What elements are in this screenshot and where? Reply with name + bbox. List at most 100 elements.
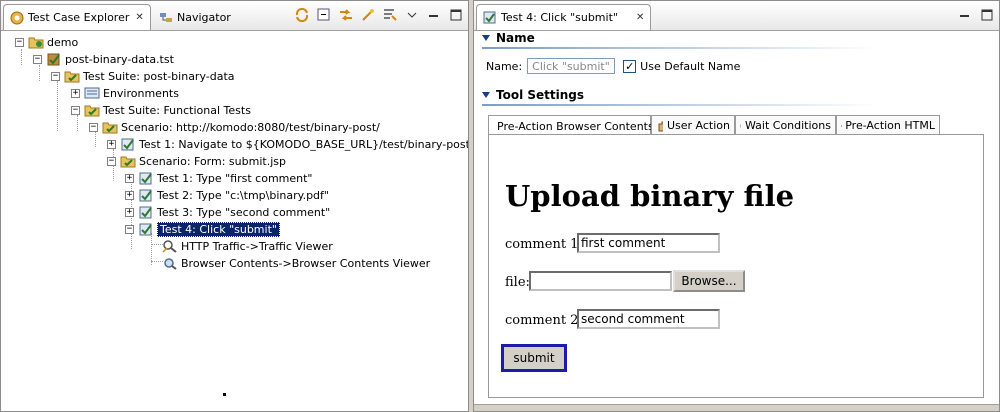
- tree-node-demo[interactable]: − demo: [15, 34, 78, 50]
- tree-node-traffic-viewer[interactable]: HTTP Traffic->Traffic Viewer: [162, 238, 333, 254]
- tree-node-test1-navigate[interactable]: + Test 1: Navigate to ${KOMODO_BASE_URL}…: [107, 136, 468, 152]
- collapse-toggle[interactable]: −: [107, 156, 116, 166]
- tree-node-label: Test Suite: Functional Tests: [103, 103, 251, 117]
- tree-node-test4-click[interactable]: − Test 4: Click "submit": [125, 221, 280, 237]
- minimize-icon[interactable]: [426, 7, 442, 23]
- tree-node-label: demo: [47, 35, 79, 49]
- left-tab-bar: Test Case Explorer ✕ Navigator: [1, 1, 468, 31]
- tab-wait-conditions[interactable]: Wait Conditions: [735, 115, 836, 135]
- sync-icon[interactable]: [294, 7, 310, 23]
- tree-node-test3-type[interactable]: + Test 3: Type "second comment": [125, 204, 330, 220]
- collapse-triangle-icon: [482, 35, 490, 41]
- file-label: file:: [505, 275, 530, 290]
- explorer-icon: [10, 11, 24, 25]
- expand-toggle[interactable]: +: [107, 139, 116, 149]
- tree-node-label: post-binary-data.tst: [65, 52, 174, 66]
- test-suite-icon: [64, 69, 80, 83]
- right-tab-bar: Test 4: Click "submit" ✕: [474, 1, 999, 31]
- clock-icon: [740, 123, 741, 128]
- name-row: Name: Click "submit" ✓ Use Default Name: [486, 57, 740, 75]
- left-toolbar: [294, 7, 464, 23]
- comment2-label: comment 2:: [505, 313, 583, 328]
- tree-node-label-selected: Test 4: Click "submit": [157, 221, 280, 237]
- collapse-toggle[interactable]: −: [125, 224, 134, 234]
- collapse-toggle[interactable]: −: [51, 71, 60, 81]
- browser-contents-view: Upload binary file comment 1: first comm…: [488, 134, 984, 398]
- minimize-icon[interactable]: [957, 7, 973, 23]
- tab-label: Test Case Explorer: [28, 11, 130, 24]
- test-icon: [483, 11, 497, 25]
- section-divider: [482, 104, 879, 106]
- tree-node-suite-functional[interactable]: − Test Suite: Functional Tests: [71, 102, 251, 118]
- section-divider: [482, 47, 879, 49]
- tab-pre-action-browser-contents[interactable]: Pre-Action Browser Contents: [488, 115, 654, 136]
- name-field[interactable]: Click "submit": [527, 58, 616, 74]
- tree-node-label: HTTP Traffic->Traffic Viewer: [181, 239, 333, 253]
- collapse-toggle[interactable]: −: [33, 54, 42, 64]
- use-default-name-checkbox[interactable]: ✓: [623, 59, 637, 73]
- scenario-icon: [120, 154, 136, 168]
- test-file-icon: [46, 52, 62, 66]
- comment1-label: comment 1:: [505, 237, 583, 252]
- tree-node-scenario-komodo[interactable]: − Scenario: http://komodo:8080/test/bina…: [89, 119, 380, 135]
- maximize-icon[interactable]: [979, 7, 995, 23]
- collapse-toggle[interactable]: −: [89, 122, 98, 132]
- maximize-icon[interactable]: [448, 7, 464, 23]
- name-label: Name:: [486, 59, 523, 73]
- collapse-toggle[interactable]: −: [71, 105, 80, 115]
- comment1-input[interactable]: first comment: [577, 233, 720, 253]
- traffic-viewer-icon: [162, 239, 178, 253]
- browse-button[interactable]: Browse...: [673, 270, 745, 292]
- tab-label: Navigator: [177, 10, 231, 24]
- test-icon: [138, 188, 154, 202]
- use-default-name-label: Use Default Name: [640, 59, 741, 73]
- tree-node-label: Test 1: Type "first comment": [157, 171, 313, 185]
- close-icon[interactable]: ✕: [135, 12, 143, 23]
- expand-toggle[interactable]: +: [71, 88, 80, 98]
- file-input[interactable]: [529, 271, 672, 291]
- tab-user-action[interactable]: User Action: [651, 115, 735, 135]
- tree-node-environments[interactable]: + Environments: [71, 85, 179, 101]
- tree-node-test2-type[interactable]: + Test 2: Type "c:\tmp\binary.pdf": [125, 187, 329, 203]
- scenario-icon: [102, 120, 118, 134]
- cursor-dot: [223, 393, 226, 396]
- collapse-toggle[interactable]: −: [15, 37, 24, 47]
- tree-node-scenario-form[interactable]: − Scenario: Form: submit.jsp: [107, 153, 286, 169]
- expand-toggle[interactable]: +: [125, 190, 134, 200]
- collapse-all-icon[interactable]: [316, 7, 332, 23]
- tree-node-label: Browser Contents->Browser Contents Viewe…: [181, 256, 431, 270]
- page-heading: Upload binary file: [505, 179, 795, 213]
- tree-node-test-file[interactable]: − post-binary-data.tst: [33, 51, 174, 67]
- tree-node-test1-type[interactable]: + Test 1: Type "first comment": [125, 170, 313, 186]
- tree-node-suite-post[interactable]: − Test Suite: post-binary-data: [51, 68, 235, 84]
- tree-node-label: Test Suite: post-binary-data: [83, 69, 235, 83]
- right-toolbar: [957, 7, 995, 23]
- tree-node-browser-viewer[interactable]: Browser Contents->Browser Contents Viewe…: [162, 255, 430, 271]
- test-icon: [120, 137, 136, 151]
- user-action-icon: [658, 121, 663, 131]
- test-icon: [138, 222, 154, 236]
- tab-label: Test 4: Click "submit": [501, 11, 618, 24]
- navigator-icon: [159, 10, 173, 24]
- expand-toggle[interactable]: +: [125, 173, 134, 183]
- expand-toggle[interactable]: +: [125, 207, 134, 217]
- tab-test4[interactable]: Test 4: Click "submit" ✕: [476, 4, 652, 30]
- test-case-tree: − demo − post-binary-data.tst − Test Sui…: [1, 31, 468, 411]
- collapse-triangle-icon: [482, 92, 490, 98]
- test-icon: [138, 205, 154, 219]
- tab-navigator[interactable]: Navigator: [153, 4, 237, 30]
- comment2-input[interactable]: second comment: [577, 309, 720, 329]
- filter-icon[interactable]: [382, 7, 398, 23]
- tab-pre-action-html[interactable]: Pre-Action HTML: [836, 115, 940, 135]
- link-editor-icon[interactable]: [338, 7, 354, 23]
- view-menu-icon[interactable]: [404, 7, 420, 23]
- submit-button[interactable]: submit: [501, 344, 567, 372]
- close-icon[interactable]: ✕: [636, 12, 644, 23]
- tree-node-label: Scenario: Form: submit.jsp: [139, 154, 286, 168]
- tool-settings-section-header[interactable]: Tool Settings: [482, 86, 991, 104]
- name-section-header[interactable]: Name: [482, 29, 991, 47]
- wand-icon[interactable]: [360, 7, 376, 23]
- bottom-tab-strip: [474, 404, 999, 411]
- tab-test-case-explorer[interactable]: Test Case Explorer ✕: [3, 4, 151, 30]
- test-editor-panel: Test 4: Click "submit" ✕ Name Name: Clic…: [473, 0, 1000, 412]
